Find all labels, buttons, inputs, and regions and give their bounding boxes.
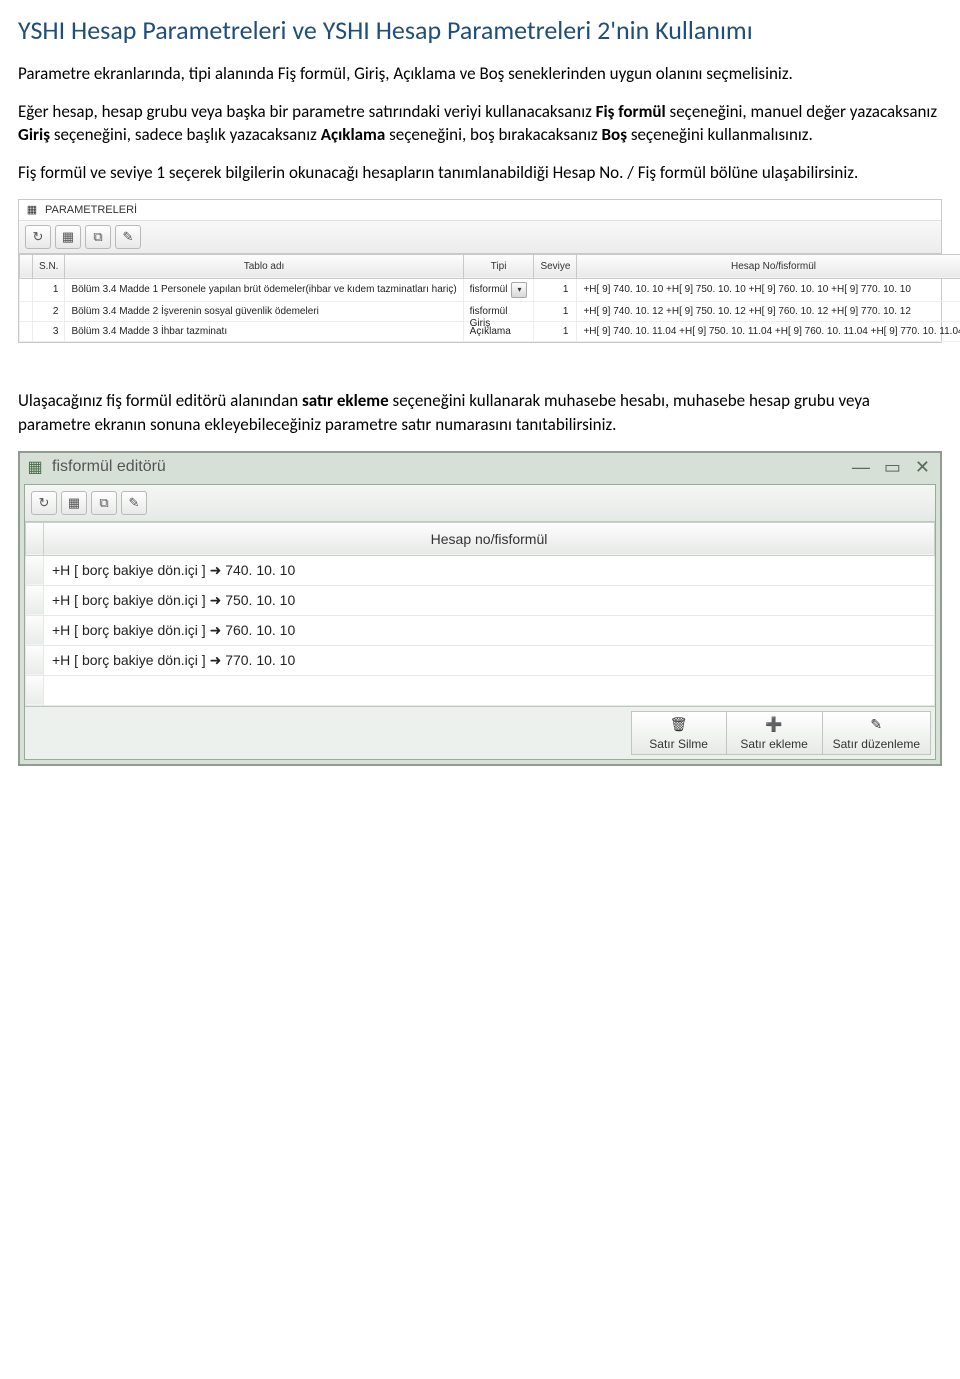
grid-icon: ▦ (26, 458, 44, 476)
tipi-option[interactable]: fisformül (470, 306, 528, 317)
table-row[interactable]: 3 Bölüm 3.4 Madde 3 İhbar tazminatı Açık… (20, 321, 960, 341)
table-empty-area (26, 675, 935, 705)
add-icon: ➕ (764, 716, 784, 734)
edit-row-button[interactable]: ✎ Satır düzenleme (823, 711, 931, 755)
p2-b: Fiş formül (596, 101, 666, 122)
cell-sn: 1 (33, 278, 65, 301)
parametreleri-window: ▦ PARAMETRELERİ ↻ ▦ ⧉ ✎ S.N. Tablo adı T… (18, 199, 942, 343)
cell-tipi[interactable]: fisformül ▾ (463, 278, 534, 301)
tipi-value: Açıklama (470, 326, 511, 337)
delete-row-label: Satır Silme (649, 737, 708, 751)
maximize-icon[interactable]: ▭ (884, 457, 901, 478)
cell-tipi[interactable]: Açıklama (463, 321, 534, 341)
toolbar-export-button[interactable]: ⧉ (85, 225, 111, 249)
chevron-down-icon[interactable]: ▾ (511, 282, 527, 298)
cell-tablo: Bölüm 3.4 Madde 2 İşverenin sosyal güven… (65, 301, 463, 321)
p2-g: seçeneğini, boş bırakacaksanız (389, 124, 601, 145)
cell-hesapno: +H[ 9] 740. 10. 11.04 +H[ 9] 750. 10. 11… (577, 321, 960, 341)
row-handle[interactable] (20, 301, 33, 321)
paragraph-4: Ulaşacağınız fiş formül editörü alanında… (18, 389, 942, 437)
delete-icon: 🗑 (669, 716, 689, 734)
p4-a: Ulaşacağınız fiş formül editörü alanında… (18, 390, 302, 411)
p2-e: seçeneğini, sadece başlık yazacaksanız (54, 124, 321, 145)
add-row-label: Satır ekleme (740, 737, 807, 751)
toolbar-grid-button[interactable]: ▦ (61, 491, 87, 515)
toolbar-grid-button[interactable]: ▦ (55, 225, 81, 249)
editor-footer: 🗑 Satır Silme ➕ Satır ekleme ✎ Satır düz… (25, 706, 935, 759)
cell-formula: +H [ borç bakiye dön.içi ] ➜ 770. 10. 10 (44, 645, 935, 675)
toolbar-refresh-button[interactable]: ↻ (31, 491, 57, 515)
row-handle[interactable] (20, 278, 33, 301)
p4-b: satır ekleme (302, 390, 389, 411)
table-row[interactable]: +H [ borç bakiye dön.içi ] ➜ 750. 10. 10 (26, 585, 935, 615)
paragraph-1: Parametre ekranlarında, tipi alanında Fi… (18, 62, 942, 86)
page-title: YSHI Hesap Parametreleri ve YSHI Hesap P… (18, 14, 942, 48)
toolbar-refresh-button[interactable]: ↻ (25, 225, 51, 249)
close-icon[interactable]: ✕ (915, 457, 930, 478)
edit-icon: ✎ (866, 716, 886, 734)
toolbar: ↻ ▦ ⧉ ✎ (19, 221, 941, 254)
cell-sn: 2 (33, 301, 65, 321)
toolbar-edit-button[interactable]: ✎ (115, 225, 141, 249)
toolbar-edit-button[interactable]: ✎ (121, 491, 147, 515)
cell-hesapno: +H[ 9] 740. 10. 10 +H[ 9] 750. 10. 10 +H… (577, 278, 960, 301)
cell-seviye: 1 (534, 278, 577, 301)
parameters-table: S.N. Tablo adı Tipi Seviye Hesap No/fisf… (19, 254, 960, 342)
row-handle[interactable] (26, 555, 44, 585)
cell-sn: 3 (33, 321, 65, 341)
col-seviye[interactable]: Seviye (534, 254, 577, 278)
add-row-button[interactable]: ➕ Satır ekleme (727, 711, 823, 755)
minimize-icon[interactable]: — (852, 457, 870, 478)
row-handle[interactable] (26, 615, 44, 645)
row-handle[interactable] (26, 645, 44, 675)
tipi-value: fisformül (470, 284, 508, 295)
paragraph-3: Fiş formül ve seviye 1 seçerek bilgileri… (18, 161, 942, 185)
p2-i: seçeneğini kullanmalısınız. (631, 124, 813, 145)
delete-row-button[interactable]: 🗑 Satır Silme (631, 711, 727, 755)
p2-d: Giriş (18, 124, 50, 145)
p2-c: seçeneğini, manuel değer yazacaksanız (670, 101, 938, 122)
col-sn[interactable]: S.N. (33, 254, 65, 278)
toolbar-export-button[interactable]: ⧉ (91, 491, 117, 515)
cell-seviye: 1 (534, 301, 577, 321)
edit-row-label: Satır düzenleme (833, 737, 920, 751)
cell-hesapno: +H[ 9] 740. 10. 12 +H[ 9] 750. 10. 12 +H… (577, 301, 960, 321)
table-row[interactable]: 1 Bölüm 3.4 Madde 1 Personele yapılan br… (20, 278, 960, 301)
cell-seviye: 1 (534, 321, 577, 341)
p2-a: Eğer hesap, hesap grubu veya başka bir p… (18, 101, 596, 122)
editor-titlebar: ▦ fisformül editörü — ▭ ✕ (20, 453, 940, 484)
table-row[interactable]: +H [ borç bakiye dön.içi ] ➜ 760. 10. 10 (26, 615, 935, 645)
p2-f: Açıklama (321, 124, 386, 145)
cell-formula: +H [ borç bakiye dön.içi ] ➜ 760. 10. 10 (44, 615, 935, 645)
col-tipi[interactable]: Tipi (463, 254, 534, 278)
col-hesapno[interactable]: Hesap no/fisformül (44, 522, 935, 555)
table-row[interactable]: +H [ borç bakiye dön.içi ] ➜ 740. 10. 10 (26, 555, 935, 585)
col-rowhandle (20, 254, 33, 278)
table-row[interactable]: 2 Bölüm 3.4 Madde 2 İşverenin sosyal güv… (20, 301, 960, 321)
window-titlebar: ▦ PARAMETRELERİ (19, 200, 941, 221)
p2-h: Boş (602, 124, 627, 145)
editor-toolbar: ↻ ▦ ⧉ ✎ (25, 485, 935, 522)
grid-icon: ▦ (25, 203, 39, 217)
col-tablo[interactable]: Tablo adı (65, 254, 463, 278)
row-handle[interactable] (20, 321, 33, 341)
editor-title-text: fisformül editörü (52, 458, 166, 476)
cell-formula: +H [ borç bakiye dön.içi ] ➜ 740. 10. 10 (44, 555, 935, 585)
cell-tablo: Bölüm 3.4 Madde 3 İhbar tazminatı (65, 321, 463, 341)
row-handle[interactable] (26, 585, 44, 615)
fisformul-editor-window: ▦ fisformül editörü — ▭ ✕ ↻ ▦ ⧉ ✎ Hesap … (18, 451, 942, 766)
window-title-text: PARAMETRELERİ (45, 204, 137, 216)
cell-formula: +H [ borç bakiye dön.içi ] ➜ 750. 10. 10 (44, 585, 935, 615)
cell-tipi[interactable]: fisformül Giriş (463, 301, 534, 321)
col-rowhandle (26, 522, 44, 555)
col-hesapno[interactable]: Hesap No/fisformül (577, 254, 960, 278)
paragraph-2: Eğer hesap, hesap grubu veya başka bir p… (18, 100, 942, 148)
editor-table: Hesap no/fisformül +H [ borç bakiye dön.… (25, 522, 935, 706)
cell-tablo: Bölüm 3.4 Madde 1 Personele yapılan brüt… (65, 278, 463, 301)
table-row[interactable]: +H [ borç bakiye dön.içi ] ➜ 770. 10. 10 (26, 645, 935, 675)
